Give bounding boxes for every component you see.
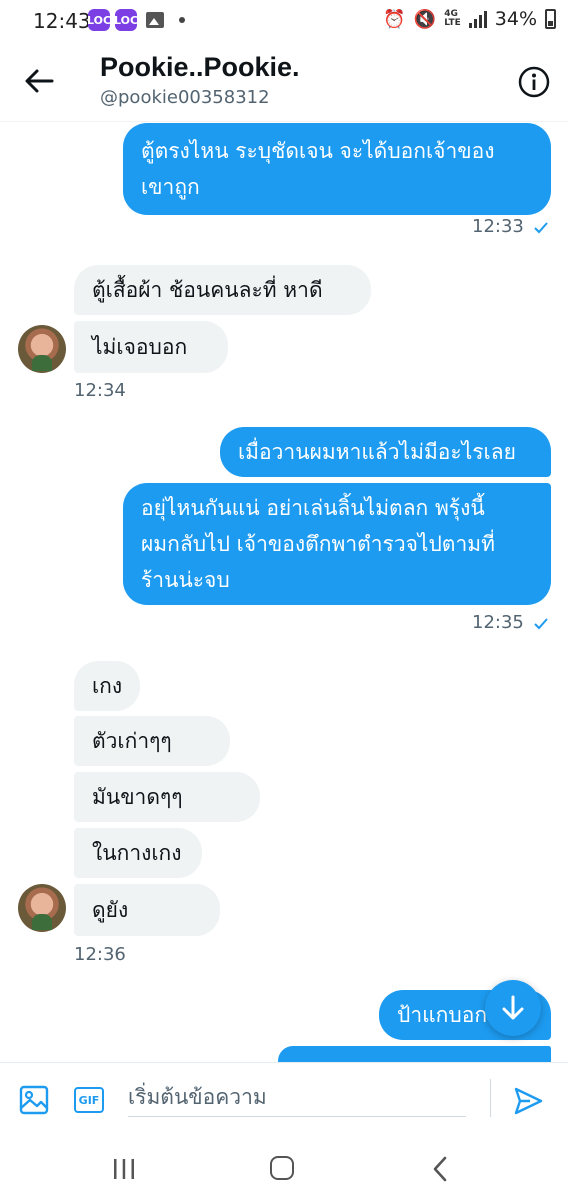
message-timestamp: 12:34 <box>74 380 126 401</box>
info-icon[interactable] <box>517 65 551 99</box>
signal-icon <box>468 10 487 28</box>
received-message[interactable]: ไม่เจอบอก <box>74 321 228 373</box>
message-timestamp: 12:35 <box>472 612 524 633</box>
contact-avatar[interactable] <box>18 884 66 932</box>
message-input[interactable] <box>128 1077 466 1117</box>
notification-icons: LOC LOC <box>87 9 185 31</box>
mute-icon: 🔇 <box>413 8 437 30</box>
battery-percent: 34% <box>494 8 537 30</box>
sent-check-icon <box>534 222 548 234</box>
battery-icon <box>545 9 556 29</box>
sent-message[interactable]: อยุ่ไหนกันแน่ อย่าเล่นลิ้นไม่ตลก พรุ้งนี… <box>123 483 551 605</box>
nav-back-icon[interactable] <box>432 1156 448 1182</box>
scroll-to-bottom-button[interactable] <box>485 980 541 1036</box>
arrow-down-icon <box>502 995 524 1020</box>
sent-check-icon <box>534 618 548 630</box>
more-notifications-icon <box>179 17 185 23</box>
received-message[interactable]: มันขาดๆๆ <box>74 772 260 822</box>
conversation-title[interactable]: Pookie..Pookie. <box>100 52 300 83</box>
back-arrow-icon[interactable] <box>22 64 56 98</box>
send-icon[interactable] <box>512 1085 544 1117</box>
received-message[interactable]: ตัวเก่าๆๆ <box>74 716 230 766</box>
message-timestamp: 12:33 <box>472 216 524 237</box>
received-message[interactable]: เกง <box>74 661 140 711</box>
conversation-header: Pookie..Pookie. @pookie00358312 <box>0 44 568 122</box>
contact-avatar[interactable] <box>18 325 66 373</box>
system-navigation-bar <box>0 1144 568 1200</box>
app-notification-icon: LOC <box>114 9 138 31</box>
received-message[interactable]: ตู้เสื้อผ้า ช้อนคนละที่ หาดี <box>74 265 371 315</box>
received-message[interactable]: ดูยัง <box>74 884 220 936</box>
alarm-icon: ⏰ <box>383 8 406 30</box>
sent-message[interactable]: ตู้ตรงไหน ระบุชัดเจน จะได้บอกเจ้าของ เขาถ… <box>123 123 551 215</box>
gallery-icon <box>146 12 164 28</box>
network-type-icon: 4G LTE <box>444 9 461 28</box>
sent-message[interactable]: เมื่อวานผมหาแล้วไม่มีอะไรเลย <box>220 427 551 477</box>
conversation-handle[interactable]: @pookie00358312 <box>100 87 270 108</box>
status-time: 12:43 <box>33 9 91 33</box>
system-icons: ⏰ 🔇 4G LTE 34% <box>383 8 556 30</box>
message-composer: GIF <box>0 1062 568 1144</box>
home-icon[interactable] <box>270 1156 294 1180</box>
recents-icon[interactable] <box>112 1158 136 1180</box>
status-bar: 12:43 LOC LOC ⏰ 🔇 4G LTE 34% <box>0 0 568 44</box>
message-timestamp: 12:36 <box>74 944 126 965</box>
received-message[interactable]: ในกางเกง <box>74 828 202 878</box>
app-notification-icon: LOC <box>87 9 111 31</box>
image-icon[interactable] <box>18 1084 50 1116</box>
gif-button[interactable]: GIF <box>74 1087 104 1113</box>
composer-divider <box>490 1079 491 1117</box>
